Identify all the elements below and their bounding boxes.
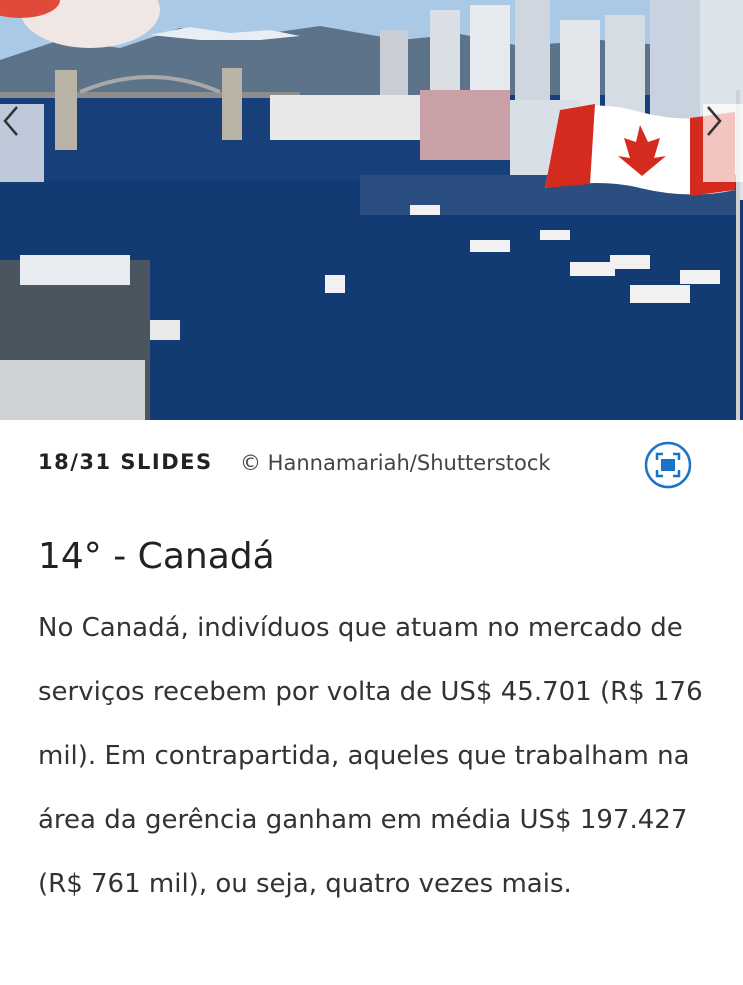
fullscreen-icon xyxy=(644,441,692,489)
slide-image xyxy=(0,0,743,420)
vancouver-harbor-photo xyxy=(0,0,743,420)
slide-counter: 18/31 SLIDES xyxy=(38,450,213,474)
slide-title: 14° - Canadá xyxy=(38,536,275,577)
next-slide-button[interactable] xyxy=(703,104,743,182)
previous-slide-button[interactable] xyxy=(0,104,44,182)
slide-description: No Canadá, indivíduos que atuam no merca… xyxy=(38,613,703,899)
chevron-left-icon xyxy=(3,106,18,136)
fullscreen-button[interactable] xyxy=(644,441,692,489)
photo-credit: © Hannamariah/Shutterstock xyxy=(240,451,551,475)
chevron-right-icon xyxy=(707,106,722,136)
slide-caption-bar: 18/31 SLIDES © Hannamariah/Shutterstock xyxy=(0,420,743,510)
